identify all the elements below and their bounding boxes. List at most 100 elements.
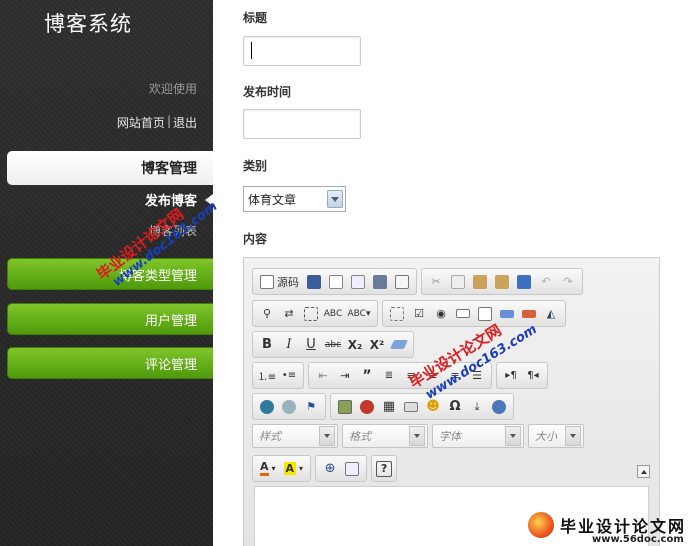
active-arrow-icon xyxy=(205,194,213,206)
numbered-list-button[interactable]: ⒈≡ xyxy=(257,366,277,386)
eraser-icon xyxy=(389,340,409,349)
preview-button[interactable] xyxy=(348,272,368,292)
format-combo-label: 格式 xyxy=(349,430,371,443)
form-button[interactable] xyxy=(387,304,407,324)
templates-button[interactable] xyxy=(392,272,412,292)
logo-mark-icon xyxy=(528,512,554,538)
paste-text-button[interactable] xyxy=(492,272,512,292)
format-combo[interactable]: 格式 xyxy=(342,424,428,448)
maximize-button[interactable]: ⊕ xyxy=(320,459,340,479)
new-page-button[interactable] xyxy=(326,272,346,292)
underline-button[interactable]: U xyxy=(301,335,321,355)
home-link[interactable]: 网站首页 xyxy=(117,114,165,131)
chevron-down-icon[interactable] xyxy=(327,190,343,208)
toolbar-group-document: 源码 xyxy=(252,268,417,295)
nav-comment-management[interactable]: 评论管理 xyxy=(7,347,213,379)
italic-button[interactable]: I xyxy=(279,335,299,355)
collapse-toolbar-button[interactable] xyxy=(637,465,650,478)
create-div-button[interactable]: ≣ xyxy=(379,366,399,386)
flash-button[interactable] xyxy=(357,397,377,417)
nav-category-management[interactable]: 博客类型管理 xyxy=(7,258,213,290)
radio-button[interactable]: ◉ xyxy=(431,304,451,324)
blockquote-button[interactable]: ” xyxy=(357,366,377,386)
button-field-button[interactable] xyxy=(519,304,539,324)
horizontal-rule-button[interactable] xyxy=(401,397,421,417)
select-field-button[interactable] xyxy=(497,304,517,324)
form-icon xyxy=(390,306,404,321)
font-combo[interactable]: 字体 xyxy=(432,424,524,448)
help-button[interactable]: ? xyxy=(376,460,393,477)
undo-button[interactable]: ↶ xyxy=(536,272,556,292)
size-combo-label: 大小 xyxy=(535,430,557,443)
justify-button[interactable]: ☰ xyxy=(467,366,487,386)
select-field-icon xyxy=(500,309,514,318)
image-button-button[interactable]: ◭ xyxy=(541,304,561,324)
watermark-logo: 毕业设计论文网 www.56doc.com xyxy=(528,512,686,545)
print-button[interactable] xyxy=(370,272,390,292)
horizontal-rule-icon xyxy=(404,401,418,412)
nav-blog-management[interactable]: 博客管理 xyxy=(7,151,213,185)
anchor-button[interactable]: ⚑ xyxy=(301,397,321,417)
align-center-button[interactable]: ≡ xyxy=(423,366,443,386)
spellcheck-button[interactable]: ABC xyxy=(323,304,343,324)
iframe-button[interactable] xyxy=(489,397,509,417)
checkbox-button[interactable]: ☑ xyxy=(409,304,429,324)
link-icon xyxy=(260,399,274,414)
align-left-button[interactable]: ≡ xyxy=(401,366,421,386)
image-button[interactable] xyxy=(335,397,355,417)
cut-button[interactable]: ✂ xyxy=(426,272,446,292)
ltr-button[interactable]: ▸¶ xyxy=(501,366,521,386)
redo-button[interactable]: ↷ xyxy=(558,272,578,292)
replace-button[interactable]: ⇄ xyxy=(279,304,299,324)
style-combo[interactable]: 样式 xyxy=(252,424,338,448)
source-button[interactable]: 源码 xyxy=(257,272,302,292)
indent-button[interactable]: ⇥ xyxy=(335,366,355,386)
special-char-button[interactable]: Ω xyxy=(445,397,465,417)
nav-user-management[interactable]: 用户管理 xyxy=(7,303,213,335)
textfield-button[interactable] xyxy=(453,304,473,324)
bold-button[interactable]: B xyxy=(257,335,277,355)
paste-word-button[interactable] xyxy=(514,272,534,292)
smiley-button[interactable]: ☻ xyxy=(423,397,443,417)
toolbar-group-bidi: ▸¶ ¶◂ xyxy=(496,362,548,389)
page-break-button[interactable]: ⤓ xyxy=(467,397,487,417)
strike-button[interactable]: abc xyxy=(323,335,343,355)
select-all-button[interactable] xyxy=(301,304,321,324)
textarea-button[interactable] xyxy=(475,304,495,324)
unlink-icon xyxy=(282,399,296,414)
unlink-button[interactable] xyxy=(279,397,299,417)
title-input[interactable] xyxy=(243,36,361,66)
bulleted-list-button[interactable]: •≡ xyxy=(279,366,299,386)
paste-button[interactable] xyxy=(470,272,490,292)
link-button[interactable] xyxy=(257,397,277,417)
rtl-button[interactable]: ¶◂ xyxy=(523,366,543,386)
bg-color-button[interactable]: A ▾ xyxy=(281,459,307,479)
logout-link[interactable]: 退出 xyxy=(173,114,197,131)
save-icon xyxy=(307,274,321,289)
show-blocks-button[interactable] xyxy=(342,459,362,479)
spellcheck-dropdown-button[interactable]: ABC▾ xyxy=(345,304,373,324)
chevron-down-icon xyxy=(319,426,335,446)
align-right-button[interactable]: ≡ xyxy=(445,366,465,386)
category-select[interactable]: 体育文章 xyxy=(243,186,346,212)
subnav-publish-blog[interactable]: 发布博客 xyxy=(145,190,197,209)
outdent-button[interactable]: ⇤ xyxy=(313,366,333,386)
copy-button[interactable] xyxy=(448,272,468,292)
publish-time-input[interactable] xyxy=(243,109,361,139)
subnav-blog-list[interactable]: 博客列表 xyxy=(149,222,197,239)
chevron-down-icon xyxy=(565,426,581,446)
text-color-button[interactable]: A ▾ xyxy=(257,459,279,479)
chevron-down-icon: ▾ xyxy=(271,464,276,473)
style-combo-label: 样式 xyxy=(259,430,281,443)
size-combo[interactable]: 大小 xyxy=(528,424,584,448)
subscript-button[interactable]: X₂ xyxy=(345,335,365,355)
table-button[interactable]: ▦ xyxy=(379,397,399,417)
paste-icon xyxy=(473,274,487,289)
toolbar-row-3: B I U abc X₂ X² xyxy=(252,331,414,358)
image-icon xyxy=(338,399,352,414)
save-button[interactable] xyxy=(304,272,324,292)
find-button[interactable]: ⚲ xyxy=(257,304,277,324)
superscript-button[interactable]: X² xyxy=(367,335,387,355)
remove-format-button[interactable] xyxy=(389,335,409,355)
watermark-logo-url: www.56doc.com xyxy=(592,534,684,545)
